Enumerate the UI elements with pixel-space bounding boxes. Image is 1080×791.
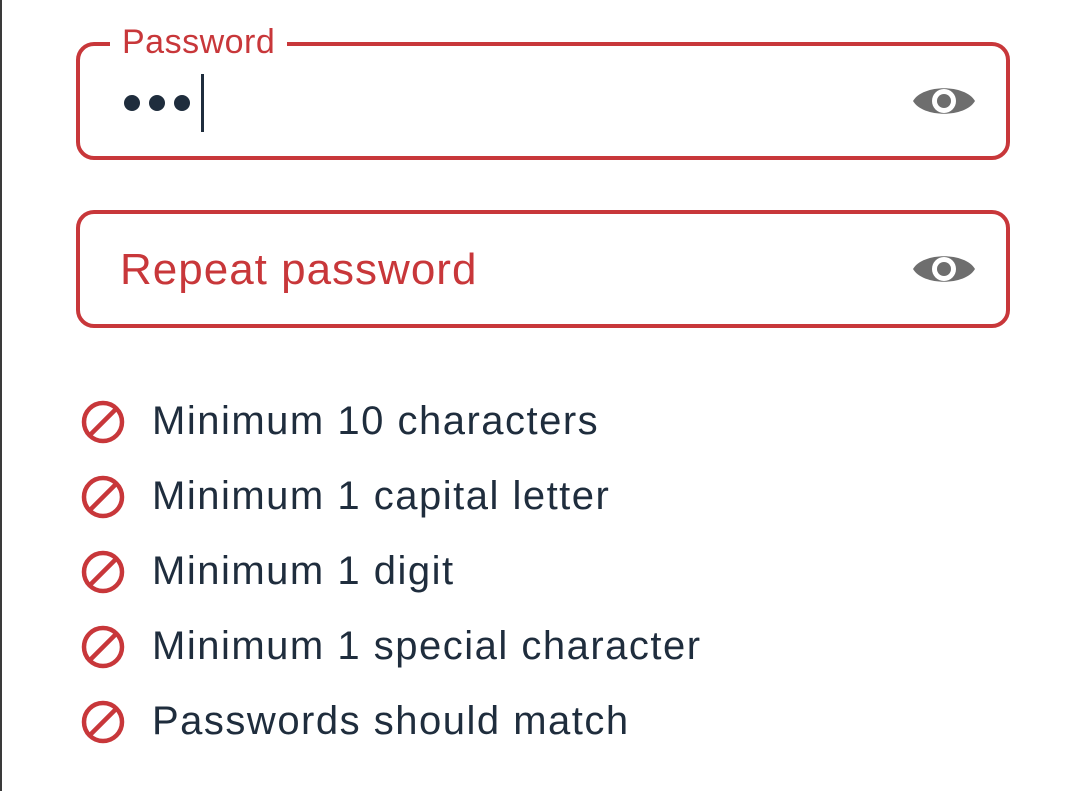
toggle-password-visibility-button[interactable]: [910, 78, 978, 124]
prohibited-icon: [78, 397, 128, 447]
prohibited-icon: [78, 697, 128, 747]
eye-icon: [913, 88, 975, 114]
requirement-item: Minimum 10 characters: [78, 384, 702, 459]
password-dot: [149, 95, 165, 111]
repeat-password-field[interactable]: Repeat password: [76, 210, 1010, 328]
requirement-item: Minimum 1 capital letter: [78, 459, 702, 534]
toggle-repeat-password-visibility-button[interactable]: [910, 246, 978, 292]
requirement-label: Minimum 1 capital letter: [152, 474, 611, 518]
requirement-label: Minimum 10 characters: [152, 399, 600, 443]
password-form: Password Repeat password Minimum 10 char…: [0, 0, 1080, 791]
password-dot: [174, 95, 190, 111]
eye-icon: [913, 256, 975, 282]
password-dot: [124, 95, 140, 111]
requirement-label: Passwords should match: [152, 699, 630, 743]
requirement-label: Minimum 1 special character: [152, 624, 702, 668]
prohibited-icon: [78, 472, 128, 522]
password-requirements-list: Minimum 10 characters Minimum 1 capital …: [78, 384, 702, 759]
password-field-label: Password: [110, 20, 288, 64]
requirement-item: Passwords should match: [78, 684, 702, 759]
repeat-password-placeholder: Repeat password: [120, 245, 478, 294]
text-caret: [201, 74, 204, 132]
prohibited-icon: [78, 547, 128, 597]
requirement-item: Minimum 1 special character: [78, 609, 702, 684]
requirement-item: Minimum 1 digit: [78, 534, 702, 609]
requirement-label: Minimum 1 digit: [152, 549, 455, 593]
password-field[interactable]: Password: [76, 20, 1010, 160]
prohibited-icon: [78, 622, 128, 672]
password-masked-value: [124, 74, 204, 132]
